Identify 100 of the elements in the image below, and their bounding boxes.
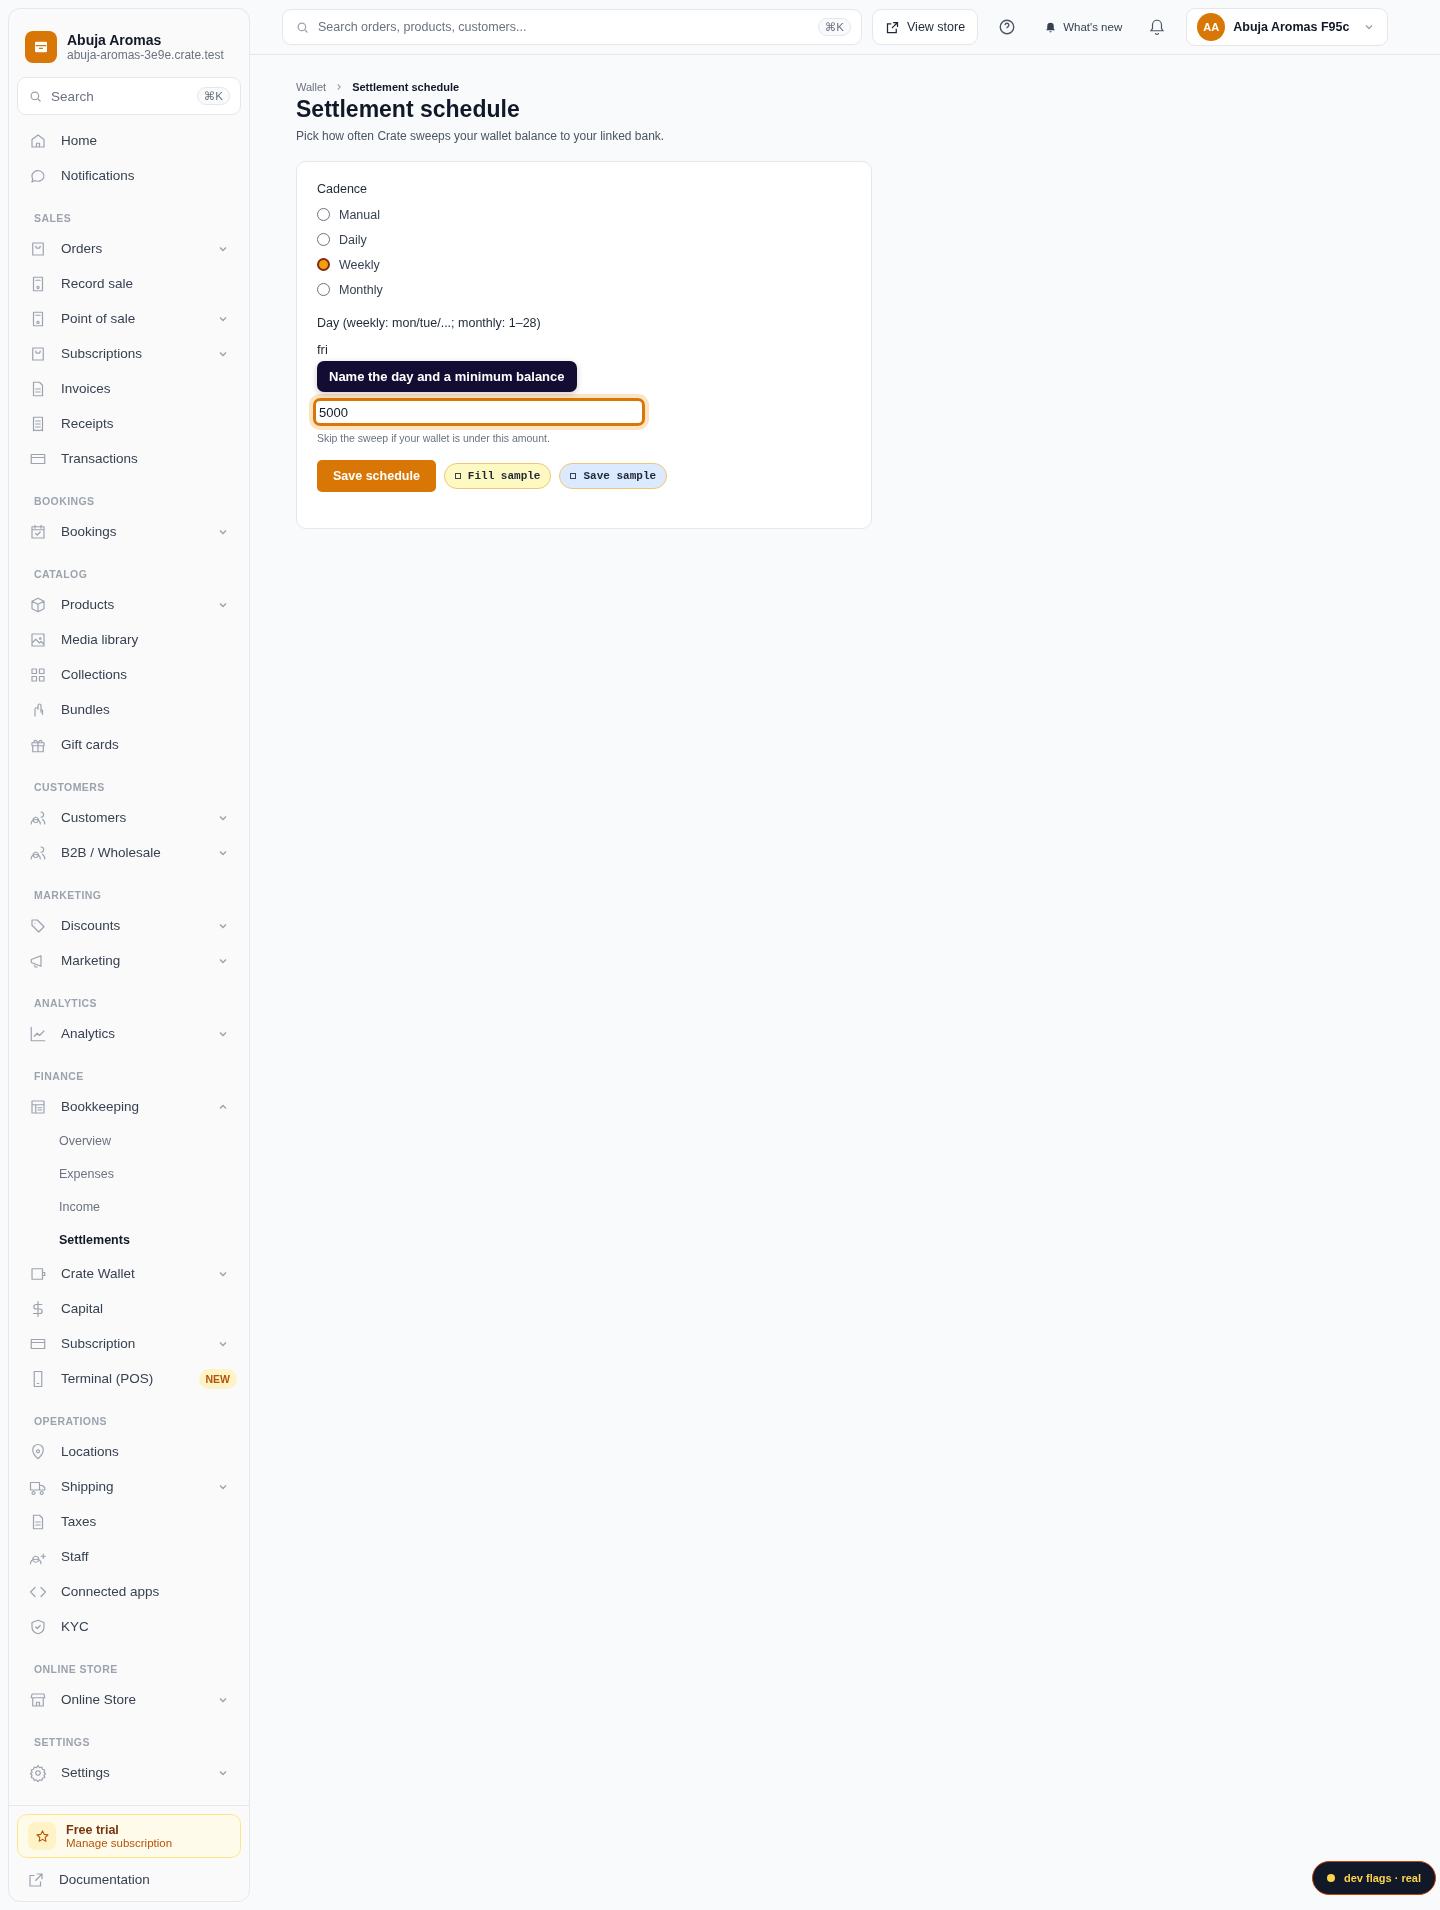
nav-item[interactable]: Staff: [17, 1539, 241, 1574]
sub-nav-item[interactable]: Income: [17, 1190, 241, 1223]
nav-item[interactable]: Capital: [17, 1291, 241, 1326]
nav-item[interactable]: Locations: [17, 1434, 241, 1469]
nav-item[interactable]: Subscription: [17, 1326, 241, 1361]
nav-label: Locations: [61, 1444, 120, 1459]
bag-icon: [29, 239, 47, 258]
section-heading: BOOKINGS: [34, 495, 96, 509]
field-label: Cadence: [317, 182, 369, 196]
global-search-field[interactable]: Search orders, products, customers... ⌘K: [282, 9, 862, 45]
store-domain: abuja-aromas-3e9e.crate.test: [67, 48, 224, 62]
radio-button[interactable]: [317, 258, 330, 271]
bag-icon: [29, 344, 47, 363]
sub-nav-item[interactable]: Overview: [17, 1124, 241, 1157]
image-icon: [29, 630, 47, 649]
fill-sample-button[interactable]: Fill sample: [443, 463, 552, 489]
nav-item[interactable]: Marketing: [17, 943, 241, 978]
radio-button[interactable]: [317, 208, 330, 221]
nav-label: Receipts: [61, 416, 115, 431]
radio-option[interactable]: Monthly: [317, 277, 851, 302]
documentation-link[interactable]: Documentation: [17, 1862, 241, 1897]
section-heading: ANALYTICS: [34, 997, 98, 1011]
section-heading: CATALOG: [34, 568, 89, 582]
settings-icon: [29, 1763, 47, 1782]
dev-flags-pill[interactable]: dev flags · real: [1311, 1861, 1436, 1895]
map-pin-icon: [29, 1442, 47, 1461]
nav-label: Shipping: [61, 1479, 115, 1494]
nav-item[interactable]: Gift cards: [17, 727, 241, 762]
nav-item[interactable]: Analytics: [17, 1016, 241, 1051]
nav-item[interactable]: Media library: [17, 622, 241, 657]
nav-item[interactable]: Customers: [17, 800, 241, 835]
nav-item[interactable]: Terminal (POS) NEW: [17, 1361, 241, 1396]
breadcrumb-item: Settlement schedule: [352, 81, 460, 93]
whats-new-button[interactable]: What's new: [1038, 20, 1129, 34]
notifications-bell-icon[interactable]: [1148, 18, 1167, 36]
radio-button[interactable]: [317, 233, 330, 246]
nav-label: Bundles: [61, 702, 111, 717]
nav-item[interactable]: Bookkeeping: [17, 1089, 241, 1124]
nav-item[interactable]: Discounts: [17, 908, 241, 943]
save-sample-button[interactable]: Save sample: [559, 463, 668, 489]
field-label: Day (weekly: mon/tue/...; monthly: 1–28): [317, 316, 542, 330]
nav-item[interactable]: KYC: [17, 1609, 241, 1644]
nav-label: Analytics: [61, 1026, 117, 1041]
store-name: Abuja Aromas: [67, 32, 163, 48]
nav-item[interactable]: Collections: [17, 657, 241, 692]
nav-item[interactable]: Subscriptions: [17, 336, 241, 371]
nav-label: Taxes: [61, 1514, 98, 1529]
nav-label: Home: [61, 133, 98, 148]
users-icon: [29, 843, 47, 862]
page-subtitle: Pick how often Crate sweeps your wallet balance to your linked bank.: [296, 129, 666, 143]
manage-subscription-link[interactable]: Manage subscription: [66, 1837, 173, 1849]
view-store-button[interactable]: View store: [872, 9, 979, 45]
nav-item[interactable]: Products: [17, 587, 241, 622]
radio-button[interactable]: [317, 283, 330, 296]
nav-label: KYC: [61, 1619, 90, 1634]
nav-label: Collections: [61, 667, 129, 682]
help-icon[interactable]: [998, 18, 1017, 36]
nav-label: Bookkeeping: [61, 1099, 141, 1114]
nav-item[interactable]: Shipping: [17, 1469, 241, 1504]
nav-item[interactable]: Notifications: [17, 158, 241, 193]
nav-item[interactable]: Home: [17, 123, 241, 158]
nav-item[interactable]: Crate Wallet: [17, 1256, 241, 1291]
nav-item[interactable]: Taxes: [17, 1504, 241, 1539]
new-badge: NEW: [198, 1368, 237, 1389]
nav-label: Notifications: [61, 168, 136, 183]
page-title: Settlement schedule: [296, 96, 521, 123]
nav-label: Discounts: [61, 918, 122, 933]
free-trial-card[interactable]: Free trial Manage subscription: [17, 1814, 241, 1858]
section-heading: FINANCE: [34, 1070, 85, 1084]
account-menu[interactable]: AA Abuja Aromas F95c: [1186, 8, 1389, 46]
calendar-icon: [29, 522, 47, 541]
section-heading: SALES: [34, 212, 73, 226]
section-heading: OPERATIONS: [34, 1415, 108, 1429]
nav-item[interactable]: Orders: [17, 231, 241, 266]
nav-item[interactable]: Receipts: [17, 406, 241, 441]
nav-label: Media library: [61, 632, 140, 647]
nav-item[interactable]: Bundles: [17, 692, 241, 727]
nav-item[interactable]: Invoices: [17, 371, 241, 406]
search-field[interactable]: Search ⌘K: [17, 77, 241, 115]
nav-item[interactable]: Record sale: [17, 266, 241, 301]
nav-item[interactable]: Online Store: [17, 1682, 241, 1717]
nav-item[interactable]: B2B / Wholesale: [17, 835, 241, 870]
sub-nav-item[interactable]: Settlements: [17, 1223, 241, 1256]
section-heading: MARKETING: [34, 889, 103, 903]
nav-item[interactable]: Connected apps: [17, 1574, 241, 1609]
box-icon: [29, 595, 47, 614]
nav-label: Bookings: [61, 524, 118, 539]
radio-option[interactable]: Manual: [317, 202, 851, 227]
day-input[interactable]: fri: [317, 342, 851, 360]
radio-option[interactable]: Daily: [317, 227, 851, 252]
account-name: Abuja Aromas F95c: [1233, 20, 1350, 34]
breadcrumb-item[interactable]: Wallet: [296, 81, 327, 93]
nav-item[interactable]: Transactions: [17, 441, 241, 476]
nav-label: Settings: [61, 1765, 111, 1780]
nav-item[interactable]: Point of sale: [17, 301, 241, 336]
nav-item[interactable]: Bookings: [17, 514, 241, 549]
nav-label: Online Store: [61, 1692, 138, 1707]
nav-item[interactable]: Settings: [17, 1755, 241, 1790]
sub-nav-item[interactable]: Expenses: [17, 1157, 241, 1190]
radio-option[interactable]: Weekly: [317, 252, 851, 277]
